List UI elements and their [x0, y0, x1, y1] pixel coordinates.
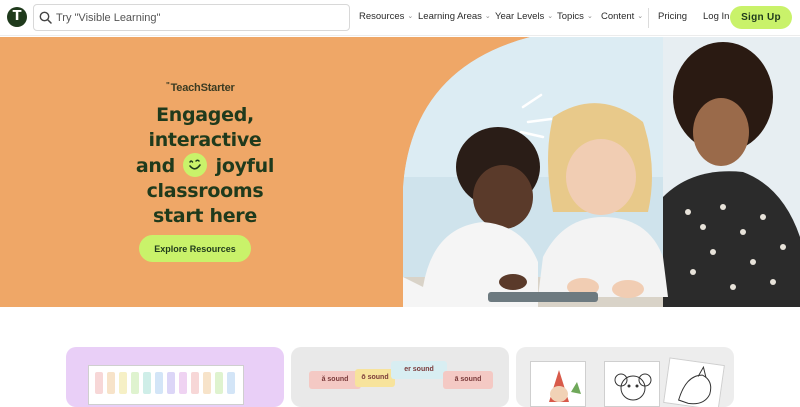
explore-resources-button[interactable]: Explore Resources: [139, 235, 251, 262]
nav-year-levels-label: Year Levels: [495, 11, 545, 22]
headline-line-5: start here: [153, 205, 257, 227]
color-bar: [215, 372, 223, 394]
resource-cards-section: ă sound ō sound er sound ā sound: [0, 307, 800, 407]
color-bar: [203, 372, 211, 394]
nav-learning-areas-label: Learning Areas: [418, 11, 482, 22]
brand-mark: ": [166, 81, 170, 90]
color-bar: [131, 372, 139, 394]
color-bar: [107, 372, 115, 394]
nav-divider: [648, 8, 649, 28]
worksheet-thumbnail: [88, 365, 244, 405]
koala-drawing: [614, 373, 652, 401]
color-bar: [95, 372, 103, 394]
teachstarter-wordmark: "TeachStarter: [166, 81, 235, 94]
sound-flashcard: ă sound: [309, 371, 361, 389]
nav-resources-label: Resources: [359, 11, 405, 22]
chevron-down-icon: ⌄: [637, 13, 644, 20]
headline-line-2: interactive: [148, 129, 262, 151]
headline-line-4: classrooms: [146, 180, 264, 202]
search-box[interactable]: [33, 4, 350, 31]
headline-line-1: Engaged,: [156, 104, 254, 126]
login-link[interactable]: Log In: [703, 11, 729, 25]
resource-card-1[interactable]: [66, 347, 284, 407]
color-bar: [119, 372, 127, 394]
color-bar: [143, 372, 151, 394]
coloring-sheet-thumbnail: [604, 361, 660, 407]
teachstarter-logo[interactable]: T: [7, 7, 27, 27]
nav-year-levels[interactable]: Year Levels ⌄: [495, 11, 553, 25]
resource-card-2[interactable]: ă sound ō sound er sound ā sound: [291, 347, 509, 407]
nav-learning-areas[interactable]: Learning Areas ⌄: [418, 11, 491, 25]
color-bar: [179, 372, 187, 394]
color-bar: [191, 372, 199, 394]
nav-resources[interactable]: Resources ⌄: [359, 11, 413, 25]
nav-topics-label: Topics: [557, 11, 584, 22]
nav-content[interactable]: Content ⌄: [601, 11, 643, 25]
hero-headline: Engaged, interactive and joyful classroo…: [120, 103, 290, 229]
coloring-sheet-thumbnail: [530, 361, 586, 407]
classroom-photo: [403, 37, 800, 307]
color-bar: [155, 372, 163, 394]
nav-content-label: Content: [601, 11, 635, 22]
pricing-link[interactable]: Pricing: [658, 11, 687, 25]
headline-joyful: joyful: [215, 155, 275, 177]
color-bar: [167, 372, 175, 394]
smiley-icon: [183, 153, 208, 177]
chevron-down-icon: ⌄: [407, 13, 414, 20]
brand-name: TeachStarter: [170, 82, 235, 94]
resource-card-3[interactable]: [516, 347, 734, 407]
sign-up-button[interactable]: Sign Up: [730, 6, 792, 29]
chevron-down-icon: ⌄: [586, 13, 593, 20]
sound-flashcard: ā sound: [443, 371, 493, 389]
chevron-down-icon: ⌄: [484, 13, 491, 20]
sound-flashcard: er sound: [391, 361, 447, 379]
color-bar: [227, 372, 235, 394]
headline-line-3: and joyful: [120, 153, 290, 179]
gnome-drawing: [549, 370, 581, 402]
chevron-down-icon: ⌄: [547, 13, 554, 20]
search-icon: [39, 11, 52, 24]
nav-topics[interactable]: Topics ⌄: [557, 11, 593, 25]
site-header: T Resources⌄ Learning Areas⌄ Year Levels…: [0, 0, 800, 36]
search-input[interactable]: [56, 6, 341, 29]
sound-flashcard: ō sound: [355, 369, 395, 387]
headline-and: and: [135, 155, 175, 177]
hero-section: "TeachStarter Engaged, interactive and j…: [0, 37, 800, 307]
